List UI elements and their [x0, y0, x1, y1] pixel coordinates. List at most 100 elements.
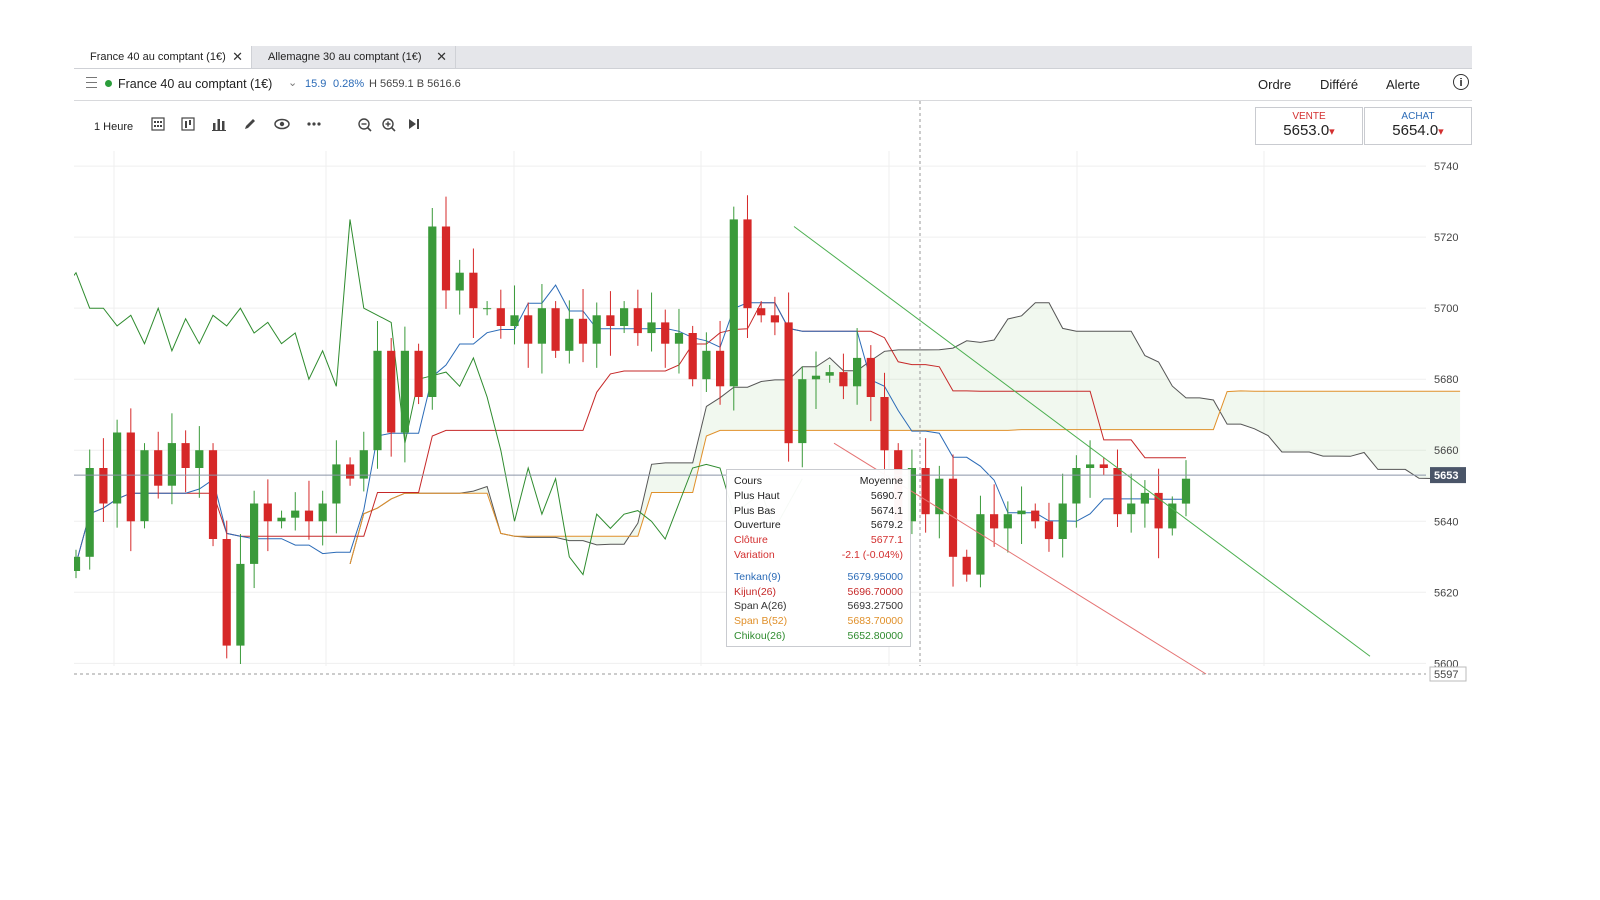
candle: [510, 315, 519, 326]
tooltip-indicator: Span B(52) 5683.70000: [734, 615, 903, 628]
candle: [154, 450, 163, 486]
candle: [606, 315, 615, 326]
buy-button[interactable]: ACHAT 5654.0▾: [1364, 107, 1472, 145]
sell-button[interactable]: VENTE 5653.0▾: [1255, 107, 1363, 145]
candle: [1058, 503, 1067, 539]
candle: [483, 308, 492, 310]
candle: [825, 372, 834, 376]
candle: [784, 322, 793, 444]
trading-app: France 40 au comptant (1€) ✕ Allemagne 3…: [74, 46, 1472, 686]
sell-label: VENTE: [1292, 111, 1326, 122]
candle: [359, 450, 368, 479]
candle: [1181, 478, 1191, 504]
candle: [496, 308, 505, 326]
candle: [811, 375, 821, 380]
candle: [1044, 521, 1054, 540]
candle: [743, 219, 752, 309]
candle: [524, 315, 533, 344]
candle: [565, 318, 574, 351]
calendar-grid-icon[interactable]: [149, 117, 167, 135]
chart-toolbar: 1 Heure: [74, 101, 1254, 151]
tooltip-row: Ouverture 5679.2: [734, 519, 903, 532]
candle: [277, 517, 286, 522]
y-axis-tick-label: 5680: [1434, 374, 1458, 386]
candle: [647, 322, 656, 334]
tooltip-row: Clôture 5677.1: [734, 534, 903, 547]
candle: [1017, 510, 1026, 515]
candle: [537, 308, 546, 344]
candle: [346, 464, 355, 479]
candle: [1099, 464, 1108, 468]
candle: [839, 372, 848, 387]
candle: [373, 350, 382, 451]
candle: [263, 503, 272, 522]
zoom-in-icon[interactable]: [380, 117, 398, 135]
candle: [1140, 492, 1149, 504]
candle: [400, 350, 409, 433]
candle: [770, 315, 779, 323]
tooltip-indicator: Span A(26) 5693.27500: [734, 600, 903, 613]
tooltip-indicator: Chikou(26) 5652.80000: [734, 629, 903, 642]
candle: [716, 350, 725, 387]
candle: [729, 219, 738, 387]
candle: [990, 514, 999, 529]
candle: [318, 503, 327, 522]
candle: [702, 350, 711, 380]
timeframe-select[interactable]: 1 Heure: [94, 121, 133, 133]
y-axis-tick-label: 5620: [1434, 587, 1458, 599]
candle: [948, 478, 958, 557]
candle: [332, 464, 341, 504]
candle: [661, 322, 670, 344]
candle: [236, 563, 245, 646]
tooltip-indicator: Kijun(26) 5696.70000: [734, 585, 903, 598]
candle: [208, 450, 218, 539]
candle: [74, 556, 81, 571]
candle: [140, 450, 149, 522]
candle: [167, 443, 176, 486]
tooltip-header-left: Cours: [734, 475, 763, 487]
candle: [387, 350, 396, 433]
candle: [414, 350, 423, 397]
chikou-line: [74, 219, 803, 576]
jump-to-latest-icon[interactable]: [405, 117, 423, 135]
tooltip-row: Plus Bas 5674.1: [734, 504, 903, 517]
ohlc-tooltip: Cours Moyenne Plus Haut 5690.7 Plus Bas 567…: [726, 469, 911, 647]
candle: [674, 333, 684, 344]
candle: [1168, 503, 1177, 529]
candle: [291, 510, 300, 518]
eye-icon[interactable]: [273, 117, 291, 135]
candle: [798, 379, 807, 444]
candle: [853, 357, 862, 387]
candle: [551, 308, 560, 351]
down-arrow-icon: ▾: [1438, 126, 1444, 138]
y-axis-tick-label: 5660: [1434, 445, 1458, 457]
candle: [441, 226, 451, 291]
y-axis-tick-label: 5700: [1434, 303, 1458, 315]
down-arrow-icon: ▾: [1329, 126, 1335, 138]
sell-price: 5653.0▾: [1283, 122, 1335, 139]
tooltip-row: Plus Haut 5690.7: [734, 489, 903, 502]
candle: [113, 432, 122, 504]
tooltip-indicator: Tenkan(9) 5679.95000: [734, 570, 903, 583]
y-axis-tick-label: 5640: [1434, 516, 1458, 528]
candle: [633, 308, 642, 334]
candle: [455, 272, 464, 291]
zoom-out-icon[interactable]: [356, 117, 374, 135]
candle: [1072, 468, 1081, 504]
indicators-icon[interactable]: [210, 117, 228, 135]
buy-label: ACHAT: [1401, 111, 1435, 122]
current-price-label: 5653: [1434, 470, 1458, 482]
more-icon[interactable]: [305, 117, 323, 135]
candle: [428, 226, 437, 397]
candle: [250, 503, 259, 564]
candle: [962, 556, 971, 575]
candle: [592, 315, 601, 344]
candle: [304, 510, 314, 522]
candle: [195, 450, 204, 468]
candle: [880, 397, 889, 451]
candle: [181, 443, 190, 468]
candle: [976, 514, 985, 575]
candle: [85, 468, 94, 557]
draw-pencil-icon[interactable]: [241, 117, 259, 135]
candle-type-icon[interactable]: [179, 117, 197, 135]
